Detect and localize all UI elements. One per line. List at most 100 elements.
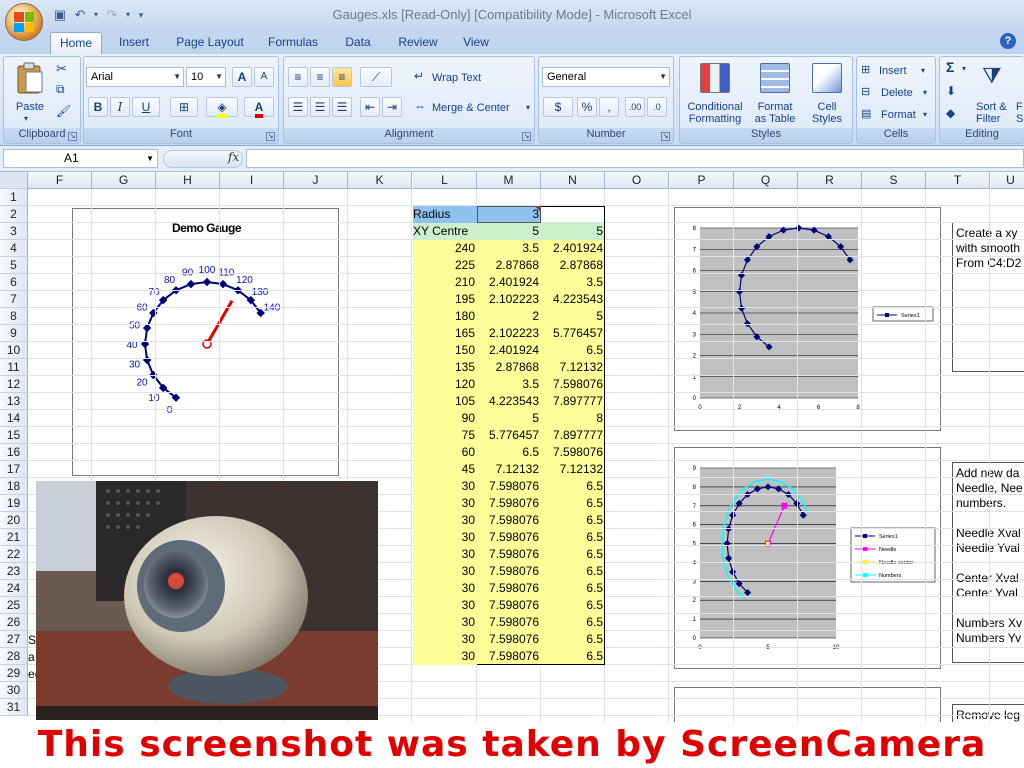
fill-icon[interactable]: ⬇ (946, 85, 956, 97)
undo-dropdown-icon[interactable]: ▾ (92, 7, 100, 23)
angle-cell[interactable]: 30 (413, 580, 477, 597)
clear-icon[interactable]: ◆ (946, 107, 955, 119)
redo-dropdown-icon[interactable]: ▾ (124, 7, 132, 23)
y-value-cell[interactable]: 6.5 (541, 597, 605, 614)
save-icon[interactable]: ▣ (52, 7, 68, 23)
tab-review[interactable]: Review (392, 32, 444, 54)
italic-button[interactable]: I (110, 97, 130, 117)
select-all-corner[interactable] (0, 172, 28, 189)
angle-cell[interactable]: 30 (413, 563, 477, 580)
fill-color-button[interactable]: ◈ (206, 97, 238, 118)
clipboard-launcher-icon[interactable]: ↘ (68, 132, 77, 141)
y-value-cell[interactable]: 7.897777 (541, 393, 605, 410)
column-header-J[interactable]: J (284, 172, 348, 189)
column-header-G[interactable]: G (92, 172, 156, 189)
x-value-cell[interactable]: 2.102223 (477, 291, 541, 308)
angle-cell[interactable]: 210 (413, 274, 477, 291)
x-value-cell[interactable]: 7.598076 (477, 546, 541, 563)
delete-cells-button[interactable]: ⊟ Delete ▾ (861, 85, 933, 101)
column-header-M[interactable]: M (477, 172, 541, 189)
wrap-text-button[interactable]: ↵ Wrap Text (414, 69, 524, 87)
increase-indent-icon[interactable]: ⇥ (382, 97, 402, 117)
row-header-19[interactable]: 19 (0, 495, 28, 512)
row-header-26[interactable]: 26 (0, 614, 28, 631)
row-header-8[interactable]: 8 (0, 308, 28, 325)
x-value-cell[interactable]: 7.598076 (477, 512, 541, 529)
y-value-cell[interactable]: 2.401924 (541, 240, 605, 257)
comment-indicator-icon[interactable] (535, 206, 541, 212)
column-header-O[interactable]: O (605, 172, 669, 189)
font-color-button[interactable]: A (244, 97, 274, 118)
row-header-31[interactable]: 31 (0, 699, 28, 716)
y-value-cell[interactable]: 7.598076 (541, 376, 605, 393)
shrink-font-button[interactable]: A (254, 67, 274, 87)
cell-styles-button[interactable]: Cell Styles (804, 61, 850, 127)
centre-y-cell[interactable]: 5 (541, 223, 605, 240)
cut-icon[interactable]: ✂ (56, 62, 67, 75)
x-value-cell[interactable]: 7.598076 (477, 529, 541, 546)
centre-label-cell[interactable]: XY Centre (413, 223, 477, 240)
y-value-cell[interactable]: 6.5 (541, 648, 605, 665)
row-header-20[interactable]: 20 (0, 512, 28, 529)
font-launcher-icon[interactable]: ↘ (266, 132, 275, 141)
angle-cell[interactable]: 120 (413, 376, 477, 393)
number-format-select[interactable]: General ▼ (542, 67, 670, 87)
x-value-cell[interactable]: 2.87868 (477, 257, 541, 274)
column-header-L[interactable]: L (413, 172, 477, 189)
tab-insert[interactable]: Insert (110, 32, 158, 54)
angle-cell[interactable]: 30 (413, 648, 477, 665)
x-value-cell[interactable]: 2.102223 (477, 325, 541, 342)
alignment-launcher-icon[interactable]: ↘ (522, 132, 531, 141)
angle-cell[interactable]: 30 (413, 597, 477, 614)
x-value-cell[interactable]: 7.598076 (477, 614, 541, 631)
column-header-T[interactable]: T (926, 172, 990, 189)
decrease-decimal-button[interactable]: .0 (647, 97, 667, 117)
row-header-2[interactable]: 2 (0, 206, 28, 223)
y-value-cell[interactable]: 6.5 (541, 546, 605, 563)
row-header-15[interactable]: 15 (0, 427, 28, 444)
row-header-16[interactable]: 16 (0, 444, 28, 461)
autosum-button[interactable]: Σ (946, 60, 954, 74)
y-value-cell[interactable]: 7.12132 (541, 461, 605, 478)
bold-button[interactable]: B (88, 97, 108, 117)
radius-value-cell[interactable]: 3 (477, 206, 541, 223)
row-header-13[interactable]: 13 (0, 393, 28, 410)
y-value-cell[interactable]: 3.5 (541, 274, 605, 291)
angle-cell[interactable]: 240 (413, 240, 477, 257)
format-cells-button[interactable]: ▤ Format ▾ (861, 107, 933, 123)
x-value-cell[interactable]: 7.598076 (477, 495, 541, 512)
x-value-cell[interactable]: 7.12132 (477, 461, 541, 478)
y-value-cell[interactable]: 6.5 (541, 563, 605, 580)
angle-cell[interactable]: 135 (413, 359, 477, 376)
y-value-cell[interactable]: 6.5 (541, 342, 605, 359)
x-value-cell[interactable]: 7.598076 (477, 631, 541, 648)
row-header-22[interactable]: 22 (0, 546, 28, 563)
column-header-I[interactable]: I (220, 172, 284, 189)
angle-cell[interactable]: 60 (413, 444, 477, 461)
decrease-indent-icon[interactable]: ⇤ (360, 97, 380, 117)
font-name-select[interactable]: Arial ▼ (86, 67, 184, 87)
x-value-cell[interactable]: 6.5 (477, 444, 541, 461)
y-value-cell[interactable]: 7.12132 (541, 359, 605, 376)
x-value-cell[interactable]: 2.401924 (477, 274, 541, 291)
row-header-9[interactable]: 9 (0, 325, 28, 342)
number-launcher-icon[interactable]: ↘ (661, 132, 670, 141)
x-value-cell[interactable]: 5.776457 (477, 427, 541, 444)
customize-qat-icon[interactable]: ▾ (136, 7, 146, 23)
paste-button[interactable]: Paste ▾ (10, 61, 50, 123)
row-header-28[interactable]: 28 (0, 648, 28, 665)
column-header-F[interactable]: F (28, 172, 92, 189)
y-value-cell[interactable]: 6.5 (541, 495, 605, 512)
x-value-cell[interactable]: 7.598076 (477, 563, 541, 580)
column-header-P[interactable]: P (670, 172, 734, 189)
format-as-table-button[interactable]: Format as Table (750, 61, 800, 127)
conditional-formatting-button[interactable]: Conditional Formatting (682, 61, 748, 127)
y-value-cell[interactable]: 5 (541, 308, 605, 325)
column-header-H[interactable]: H (156, 172, 220, 189)
help-icon[interactable]: ? (1000, 33, 1016, 49)
angle-cell[interactable]: 30 (413, 614, 477, 631)
angle-cell[interactable]: 30 (413, 546, 477, 563)
row-header-7[interactable]: 7 (0, 291, 28, 308)
align-top-icon[interactable]: ≡ (288, 67, 308, 87)
y-value-cell[interactable]: 6.5 (541, 529, 605, 546)
